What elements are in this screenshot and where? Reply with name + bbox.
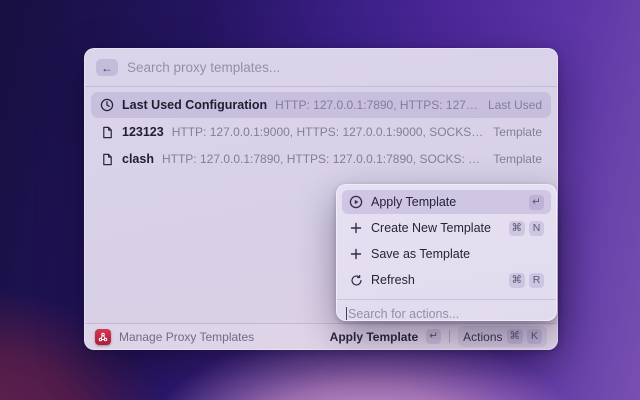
plus-icon <box>349 221 363 235</box>
action-apply-template[interactable]: Apply Template ↵ <box>342 190 551 214</box>
n-key-badge: N <box>529 221 544 236</box>
list-item-title: clash <box>122 152 154 166</box>
cmd-key-badge: ⌘ <box>509 273 526 288</box>
list-item-accessory: Template <box>493 152 542 166</box>
actions-button-label: Actions <box>463 330 502 344</box>
action-create-new-template[interactable]: Create New Template ⌘ N <box>342 216 551 240</box>
list-item-accessory: Last Used <box>488 98 542 112</box>
window-title: Manage Proxy Templates <box>119 330 322 344</box>
list-item-subtitle: HTTP: 127.0.0.1:9000, HTTPS: 127.0.0.1:9… <box>172 125 486 139</box>
action-shortcut: ⌘ N <box>509 221 545 236</box>
action-label: Refresh <box>371 273 501 287</box>
search-input[interactable] <box>127 60 546 75</box>
list-item-subtitle: HTTP: 127.0.0.1:7890, HTTPS: 127.0.0.1:7… <box>275 98 480 112</box>
list-item-123123[interactable]: 123123 HTTP: 127.0.0.1:9000, HTTPS: 127.… <box>91 119 551 145</box>
clock-icon <box>100 98 114 112</box>
action-label: Save as Template <box>371 247 536 261</box>
arrow-left-icon: ← <box>101 60 113 76</box>
action-shortcut: ⌘ R <box>509 273 545 288</box>
list-item-clash[interactable]: clash HTTP: 127.0.0.1:7890, HTTPS: 127.0… <box>91 146 551 172</box>
list-item-subtitle: HTTP: 127.0.0.1:7890, HTTPS: 127.0.0.1:7… <box>162 152 485 166</box>
divider <box>449 330 450 343</box>
action-shortcut: ↵ <box>529 195 544 210</box>
document-icon <box>100 125 114 139</box>
cmd-key-badge: ⌘ <box>507 329 524 344</box>
action-refresh[interactable]: Refresh ⌘ R <box>342 268 551 292</box>
app-icon <box>95 329 111 345</box>
action-save-as-template[interactable]: Save as Template <box>342 242 551 266</box>
k-key-badge: K <box>527 329 542 344</box>
play-circle-icon <box>349 195 363 209</box>
actions-search-row <box>337 300 556 321</box>
cmd-key-badge: ⌘ <box>509 221 526 236</box>
plus-icon <box>349 247 363 261</box>
return-key-badge: ↵ <box>529 195 544 210</box>
primary-action-label[interactable]: Apply Template <box>330 330 418 344</box>
back-button[interactable]: ← <box>96 59 118 76</box>
search-bar: ← <box>85 49 557 86</box>
desktop-background: ← Last Used Configuration HTTP: 127.0.0.… <box>0 0 640 400</box>
list-item-last-used[interactable]: Last Used Configuration HTTP: 127.0.0.1:… <box>91 92 551 118</box>
actions-menu-items: Apply Template ↵ Create New Template ⌘ N <box>337 185 556 299</box>
list-item-title: Last Used Configuration <box>122 98 267 112</box>
list-item-title: 123123 <box>122 125 164 139</box>
actions-button[interactable]: Actions ⌘ K <box>458 326 547 347</box>
actions-search-input[interactable] <box>347 307 547 321</box>
status-bar: Manage Proxy Templates Apply Template ↵ … <box>85 323 557 349</box>
r-key-badge: R <box>529 273 544 288</box>
document-icon <box>100 152 114 166</box>
list-item-accessory: Template <box>493 125 542 139</box>
return-key-badge: ↵ <box>426 329 441 344</box>
action-label: Apply Template <box>371 195 521 209</box>
refresh-icon <box>349 273 363 287</box>
action-label: Create New Template <box>371 221 501 235</box>
actions-menu: Apply Template ↵ Create New Template ⌘ N <box>336 184 557 321</box>
